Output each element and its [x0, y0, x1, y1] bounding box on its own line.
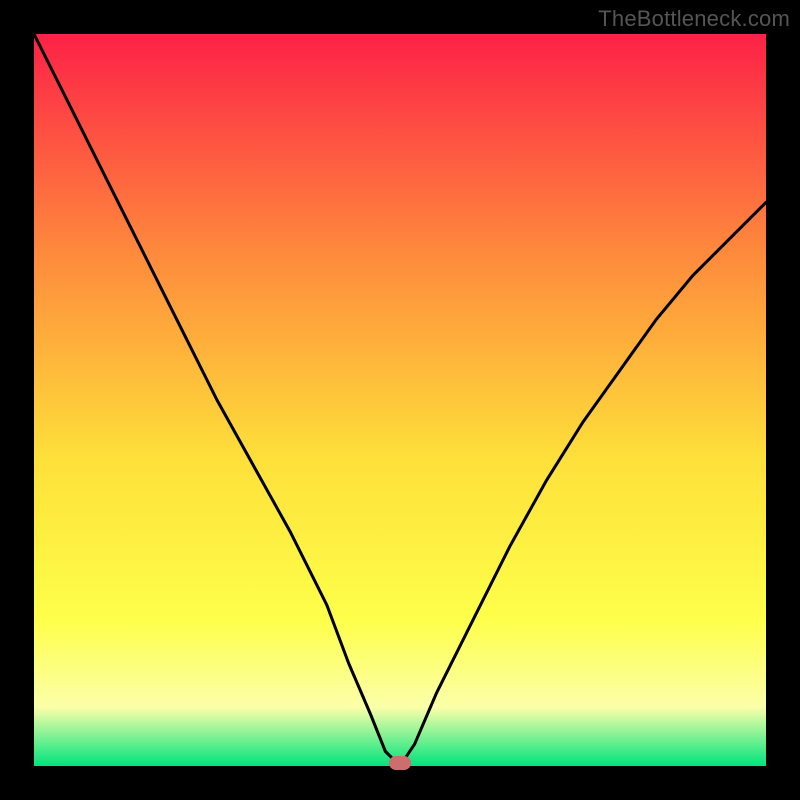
chart-frame: TheBottleneck.com [0, 0, 800, 800]
plot-svg [34, 34, 766, 766]
optimal-marker [389, 756, 411, 770]
gradient-background [34, 34, 766, 766]
watermark-label: TheBottleneck.com [598, 6, 790, 32]
plot-area [34, 34, 766, 766]
